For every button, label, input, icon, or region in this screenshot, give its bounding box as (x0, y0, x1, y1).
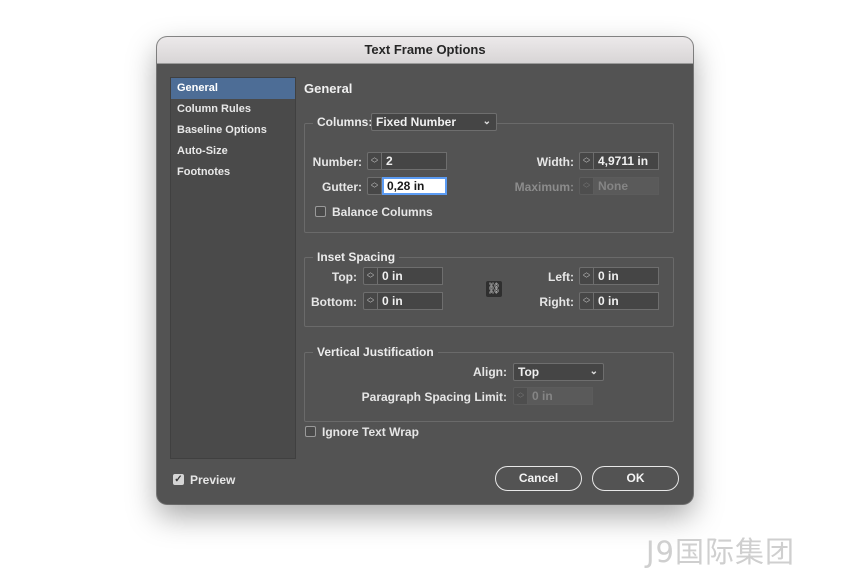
preview-checkbox[interactable]: ✓ (173, 474, 184, 485)
number-input[interactable]: 2 (382, 152, 447, 170)
inset-left-label: Left: (548, 270, 574, 284)
columns-type-value: Fixed Number (376, 115, 457, 129)
maximum-stepper: ︿ ﹀ None (579, 177, 659, 195)
stepper-arrows-icon[interactable]: ︿ ﹀ (579, 292, 594, 310)
paragraph-spacing-limit-input: 0 in (528, 387, 593, 405)
vertical-justification-title: Vertical Justification (313, 345, 438, 359)
ok-button[interactable]: OK (592, 466, 679, 491)
vertical-justification-group (304, 352, 674, 422)
inset-right-input[interactable]: 0 in (594, 292, 659, 310)
paragraph-spacing-limit-label: Paragraph Spacing Limit: (361, 390, 507, 404)
link-chain-icon[interactable]: ⛓ (486, 281, 502, 297)
stepper-arrows-icon: ︿ ﹀ (513, 387, 528, 405)
inset-spacing-title: Inset Spacing (313, 250, 400, 264)
inset-top-label: Top: (331, 270, 357, 284)
inset-bottom-input[interactable]: 0 in (378, 292, 443, 310)
maximum-label: Maximum: (514, 180, 574, 194)
dialog-title: Text Frame Options (157, 37, 693, 64)
inset-right-label: Right: (539, 295, 574, 309)
maximum-input: None (594, 177, 659, 195)
watermark-text: J9国际集团 (646, 535, 796, 569)
inset-bottom-stepper[interactable]: ︿ ﹀ 0 in (363, 292, 443, 310)
balance-columns-checkbox[interactable] (315, 206, 326, 217)
sidebar-item-general[interactable]: General (171, 78, 295, 99)
gutter-input[interactable]: 0,28 in (382, 177, 447, 195)
chevron-down-icon: ⌄ (589, 366, 598, 377)
number-label: Number: (312, 155, 362, 169)
stepper-arrows-icon[interactable]: ︿ ﹀ (363, 267, 378, 285)
inset-top-input[interactable]: 0 in (378, 267, 443, 285)
inset-top-stepper[interactable]: ︿ ﹀ 0 in (363, 267, 443, 285)
sidebar-item-column-rules[interactable]: Column Rules (171, 99, 295, 120)
inset-right-stepper[interactable]: ︿ ﹀ 0 in (579, 292, 659, 310)
stepper-arrows-icon[interactable]: ︿ ﹀ (579, 267, 594, 285)
columns-label: Columns: (313, 115, 377, 129)
gutter-stepper[interactable]: ︿ ﹀ 0,28 in (367, 177, 447, 195)
cancel-button[interactable]: Cancel (495, 466, 582, 491)
gutter-label: Gutter: (322, 180, 362, 194)
width-stepper[interactable]: ︿ ﹀ 4,9711 in (579, 152, 659, 170)
width-input[interactable]: 4,9711 in (594, 152, 659, 170)
inset-left-stepper[interactable]: ︿ ﹀ 0 in (579, 267, 659, 285)
stepper-arrows-icon[interactable]: ︿ ﹀ (363, 292, 378, 310)
sidebar-item-baseline-options[interactable]: Baseline Options (171, 120, 295, 141)
columns-type-dropdown[interactable]: Fixed Number ⌄ (371, 113, 497, 131)
chevron-down-icon: ⌄ (482, 116, 491, 127)
text-frame-options-dialog: Text Frame Options General Column Rules … (157, 37, 693, 504)
inset-left-input[interactable]: 0 in (594, 267, 659, 285)
stepper-arrows-icon[interactable]: ︿ ﹀ (367, 177, 382, 195)
ignore-text-wrap-label: Ignore Text Wrap (322, 425, 419, 439)
align-value: Top (518, 365, 540, 379)
sidebar: General Column Rules Baseline Options Au… (170, 77, 296, 459)
ignore-text-wrap-checkbox[interactable] (305, 426, 316, 437)
stepper-arrows-icon[interactable]: ︿ ﹀ (579, 152, 594, 170)
align-label: Align: (473, 365, 507, 379)
stepper-arrows-icon[interactable]: ︿ ﹀ (367, 152, 382, 170)
balance-columns-label: Balance Columns (332, 205, 433, 219)
preview-label: Preview (190, 473, 236, 487)
width-label: Width: (536, 155, 574, 169)
checkmark-icon: ✓ (174, 474, 183, 485)
inset-bottom-label: Bottom: (311, 295, 357, 309)
stepper-arrows-icon: ︿ ﹀ (579, 177, 594, 195)
sidebar-item-auto-size[interactable]: Auto-Size (171, 141, 295, 162)
section-title: General (304, 81, 353, 96)
number-stepper[interactable]: ︿ ﹀ 2 (367, 152, 447, 170)
sidebar-item-footnotes[interactable]: Footnotes (171, 162, 295, 183)
paragraph-spacing-limit-stepper: ︿ ﹀ 0 in (513, 387, 593, 405)
align-dropdown[interactable]: Top ⌄ (513, 363, 604, 381)
